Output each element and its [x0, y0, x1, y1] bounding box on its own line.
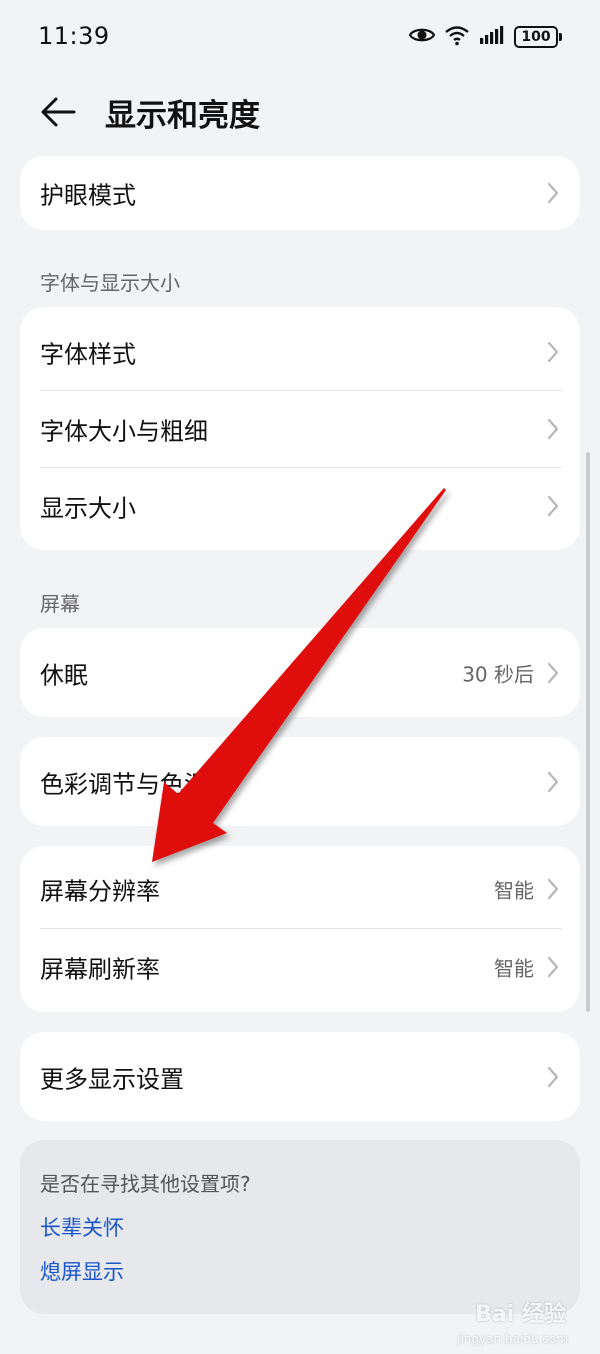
chevron-right-icon: [547, 495, 559, 517]
font-size-row[interactable]: 字体大小与粗细: [20, 390, 580, 468]
wifi-icon: [444, 24, 470, 50]
more-display-row[interactable]: 更多显示设置: [20, 1032, 580, 1121]
font-card: 字体样式 字体大小与粗细 显示大小: [20, 307, 580, 550]
refresh-rate-row[interactable]: 屏幕刷新率 智能: [20, 928, 580, 1006]
resolution-row[interactable]: 屏幕分辨率 智能: [20, 850, 580, 928]
watermark-logo: Bai 经验: [475, 1302, 566, 1327]
chevron-right-icon: [547, 418, 559, 440]
more-display-card: 更多显示设置: [20, 1032, 580, 1121]
watermark-url: jingyan.baidu.com: [457, 1332, 568, 1346]
chevron-right-icon: [547, 771, 559, 792]
status-icons: 100: [408, 24, 562, 50]
font-size-label: 字体大小与粗细: [40, 417, 208, 446]
display-size-row[interactable]: 显示大小: [20, 467, 580, 545]
refresh-rate-label: 屏幕刷新率: [40, 955, 160, 984]
chevron-right-icon: [547, 182, 559, 204]
font-style-label: 字体样式: [40, 340, 136, 369]
sleep-row[interactable]: 休眠 30 秒后: [20, 628, 580, 717]
color-card: 色彩调节与色温: [20, 737, 580, 826]
sleep-label: 休眠: [40, 661, 88, 689]
font-style-row[interactable]: 字体样式: [20, 313, 580, 391]
page-title: 显示和亮度: [105, 98, 260, 134]
eye-comfort-card: 护眼模式: [20, 156, 580, 230]
chevron-right-icon: [547, 956, 559, 978]
signal-icon: [479, 25, 505, 49]
chevron-right-icon: [547, 878, 559, 900]
more-display-label: 更多显示设置: [40, 1065, 184, 1093]
chevron-right-icon: [547, 341, 559, 363]
status-bar: 11:39 100: [0, 0, 600, 72]
battery-icon: 100: [514, 26, 562, 48]
scrollbar[interactable]: [586, 452, 590, 1012]
resolution-card: 屏幕分辨率 智能 屏幕刷新率 智能: [20, 846, 580, 1012]
suggestion-link-elder-care[interactable]: 长辈关怀: [40, 1212, 124, 1242]
color-temp-label: 色彩调节与色温: [40, 770, 208, 798]
chevron-right-icon: [547, 662, 559, 683]
page-header: 显示和亮度: [0, 80, 600, 144]
eye-icon: [408, 25, 436, 49]
section-label-font: 字体与显示大小: [40, 271, 180, 295]
sleep-card: 休眠 30 秒后: [20, 628, 580, 717]
back-arrow-icon[interactable]: [38, 94, 78, 130]
battery-level: 100: [514, 26, 558, 48]
resolution-label: 屏幕分辨率: [40, 877, 160, 906]
eye-comfort-row[interactable]: 护眼模式: [20, 156, 580, 230]
color-temp-row[interactable]: 色彩调节与色温: [20, 737, 580, 826]
suggestions-title: 是否在寻找其他设置项?: [40, 1172, 251, 1196]
sleep-value: 30 秒后: [462, 662, 534, 686]
section-label-screen: 屏幕: [40, 592, 80, 616]
suggestions-card: 是否在寻找其他设置项? 长辈关怀 熄屏显示: [20, 1140, 580, 1314]
resolution-value: 智能: [494, 878, 534, 903]
refresh-rate-value: 智能: [494, 956, 534, 981]
display-size-label: 显示大小: [40, 494, 136, 523]
chevron-right-icon: [547, 1066, 559, 1087]
status-time: 11:39: [38, 22, 110, 50]
suggestion-link-aod[interactable]: 熄屏显示: [40, 1256, 124, 1286]
eye-comfort-label: 护眼模式: [40, 181, 136, 210]
